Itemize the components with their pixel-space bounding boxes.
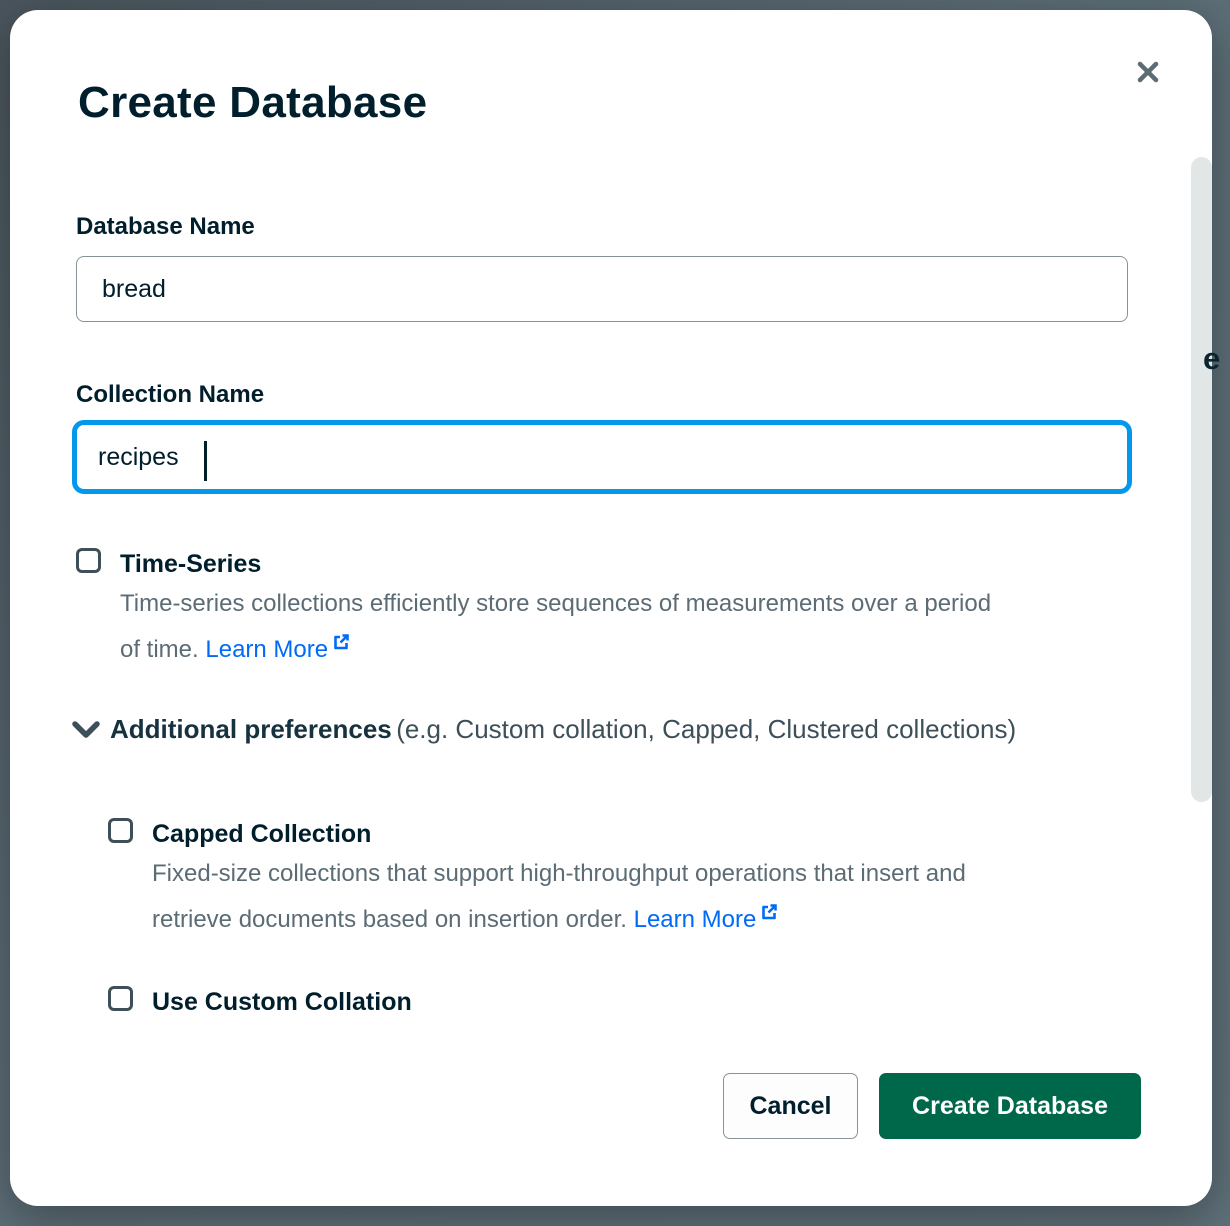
- time-series-checkbox[interactable]: [76, 548, 101, 573]
- capped-collection-checkbox[interactable]: [108, 818, 133, 843]
- background-peek-text: e: [1203, 341, 1220, 377]
- time-series-description: Time-series collections efficiently stor…: [120, 584, 991, 664]
- capped-learn-more-link[interactable]: Learn More: [634, 906, 757, 933]
- close-icon[interactable]: [1132, 56, 1164, 88]
- additional-preferences-toggle[interactable]: Additional preferences (e.g. Custom coll…: [72, 714, 1016, 745]
- time-series-desc-line2: of time.: [120, 636, 199, 663]
- cancel-button[interactable]: Cancel: [723, 1073, 858, 1139]
- text-cursor: [204, 441, 207, 481]
- external-link-icon: [760, 894, 778, 934]
- additional-preferences-hint: (e.g. Custom collation, Capped, Clustere…: [396, 714, 1016, 744]
- create-database-button[interactable]: Create Database: [879, 1073, 1141, 1139]
- use-custom-collation-checkbox[interactable]: [108, 986, 133, 1011]
- x-icon: [1136, 60, 1160, 84]
- collection-name-input[interactable]: [72, 420, 1132, 494]
- capped-collection-description: Fixed-size collections that support high…: [152, 854, 966, 934]
- use-custom-collation-label[interactable]: Use Custom Collation: [152, 988, 412, 1017]
- database-name-input[interactable]: [76, 256, 1128, 322]
- external-link-icon: [332, 624, 350, 664]
- create-database-modal: Create Database Database Name Collection…: [10, 10, 1212, 1206]
- capped-desc-line1: Fixed-size collections that support high…: [152, 854, 966, 894]
- scrollbar-thumb[interactable]: [1191, 157, 1212, 802]
- additional-preferences-label: Additional preferences: [110, 714, 392, 744]
- collection-name-label: Collection Name: [76, 381, 264, 409]
- page-title: Create Database: [78, 78, 427, 128]
- capped-collection-label[interactable]: Capped Collection: [152, 820, 371, 849]
- time-series-learn-more-link[interactable]: Learn More: [205, 636, 328, 663]
- time-series-label[interactable]: Time-Series: [120, 550, 261, 579]
- capped-desc-line2: retrieve documents based on insertion or…: [152, 906, 627, 933]
- time-series-desc-line1: Time-series collections efficiently stor…: [120, 584, 991, 624]
- chevron-down-icon: [72, 721, 100, 744]
- screen: { "modal": { "title": "Create Database" …: [0, 0, 1230, 1226]
- database-name-label: Database Name: [76, 213, 255, 241]
